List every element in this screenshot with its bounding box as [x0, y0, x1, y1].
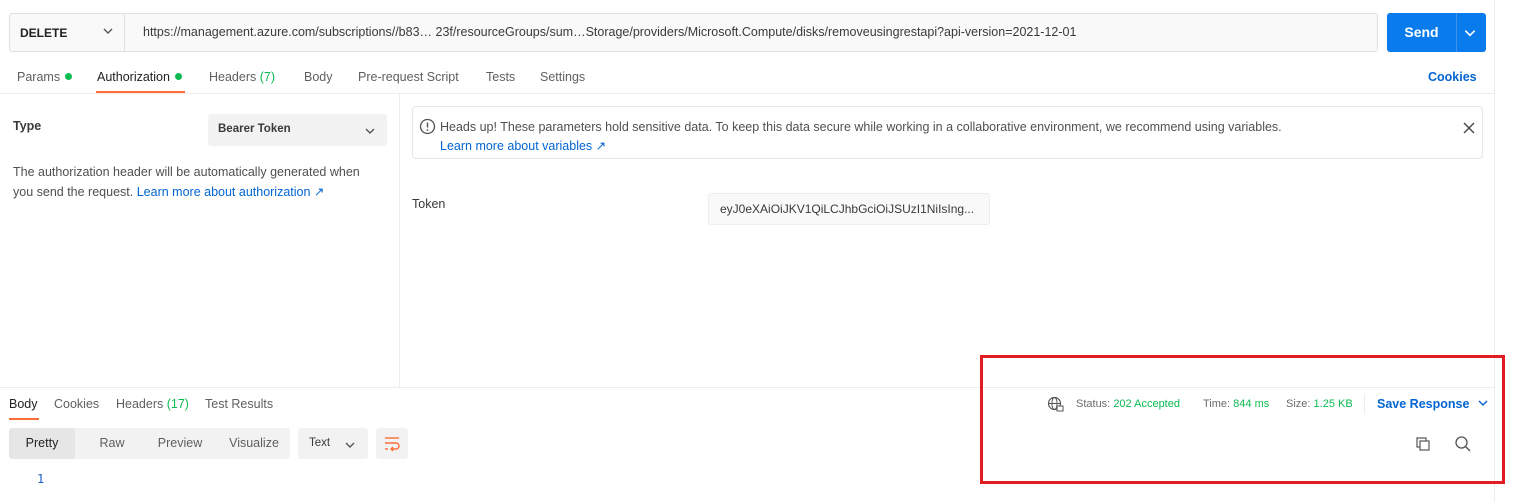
- tab-pre-request-script[interactable]: Pre-request Script: [358, 70, 459, 84]
- chevron-down-icon: [344, 439, 356, 454]
- sensitive-data-alert: Heads up! These parameters hold sensitiv…: [412, 106, 1483, 159]
- response-tab-body-label: Body: [9, 397, 38, 411]
- view-pretty[interactable]: Pretty: [9, 428, 75, 459]
- response-tab-body[interactable]: Body: [9, 397, 38, 411]
- send-button[interactable]: Send: [1387, 13, 1486, 52]
- response-tab-test-results[interactable]: Test Results: [205, 397, 273, 411]
- tab-settings-label: Settings: [540, 70, 586, 84]
- info-icon: [419, 118, 436, 138]
- learn-more-variables-link[interactable]: Learn more about variables ↗: [440, 137, 1282, 156]
- tab-settings[interactable]: Settings: [540, 70, 585, 84]
- response-tab-cookies-label: Cookies: [54, 397, 100, 411]
- tab-authorization-label: Authorization: [97, 70, 170, 84]
- alert-text: Heads up! These parameters hold sensitiv…: [440, 120, 1282, 134]
- tab-body[interactable]: Body: [304, 70, 333, 84]
- highlight-box: [980, 355, 1505, 484]
- send-divider: [1456, 13, 1457, 52]
- wrap-lines-button[interactable]: [376, 428, 408, 459]
- tab-headers[interactable]: Headers (7): [209, 70, 275, 84]
- auth-type-label: Type: [13, 119, 42, 133]
- send-label: Send: [1404, 24, 1439, 40]
- response-tab-underline: [9, 418, 39, 420]
- tab-pre-request-label: Pre-request Script: [358, 70, 459, 84]
- tab-headers-count: (7): [259, 70, 276, 84]
- tab-tests-label: Tests: [486, 70, 516, 84]
- response-headers-count: (17): [166, 397, 189, 411]
- params-dot-indicator: [65, 73, 73, 80]
- auth-description: The authorization header will be automat…: [13, 162, 383, 202]
- chevron-down-icon: [364, 125, 376, 140]
- wrap-lines-icon: [385, 437, 400, 452]
- tab-headers-label: Headers: [209, 70, 257, 84]
- learn-more-authorization-link[interactable]: Learn more about authorization ↗: [137, 185, 325, 199]
- tab-tests[interactable]: Tests: [486, 70, 515, 84]
- url-input[interactable]: https://management.azure.com/subscriptio…: [143, 13, 1076, 52]
- view-visualize[interactable]: Visualize: [219, 428, 289, 459]
- response-tab-test-results-label: Test Results: [205, 397, 274, 411]
- view-raw[interactable]: Raw: [83, 428, 141, 459]
- authorization-dot-indicator: [174, 73, 182, 80]
- auth-panel-divider: [399, 94, 400, 387]
- view-preview[interactable]: Preview: [141, 428, 219, 459]
- method-label: DELETE: [20, 25, 68, 40]
- response-tab-cookies[interactable]: Cookies: [54, 397, 99, 411]
- token-input[interactable]: eyJ0eXAiOiJKV1QiLCJhbGciOiJSUzI1NiIsIng.…: [708, 193, 990, 225]
- chevron-down-icon: [102, 25, 114, 40]
- tab-params-label: Params: [17, 70, 61, 84]
- token-label: Token: [412, 197, 446, 211]
- format-value: Text: [309, 437, 331, 449]
- method-select[interactable]: DELETE: [9, 13, 125, 52]
- cookies-link[interactable]: Cookies: [1428, 70, 1477, 84]
- response-tab-headers-label: Headers: [116, 397, 164, 411]
- send-options-chevron-icon[interactable]: [1463, 26, 1477, 43]
- close-icon[interactable]: [1462, 121, 1476, 138]
- tab-params[interactable]: Params: [17, 70, 73, 84]
- format-select[interactable]: Text: [298, 428, 368, 459]
- response-tab-headers[interactable]: Headers (17): [116, 397, 189, 411]
- auth-type-select[interactable]: Bearer Token: [208, 114, 387, 146]
- view-mode-selector: Pretty Raw Preview Visualize: [9, 428, 290, 459]
- tab-body-label: Body: [304, 70, 333, 84]
- line-number: 1: [37, 472, 45, 486]
- tab-authorization[interactable]: Authorization: [97, 70, 182, 84]
- tabs-divider: [0, 93, 1494, 94]
- auth-type-value: Bearer Token: [218, 123, 291, 135]
